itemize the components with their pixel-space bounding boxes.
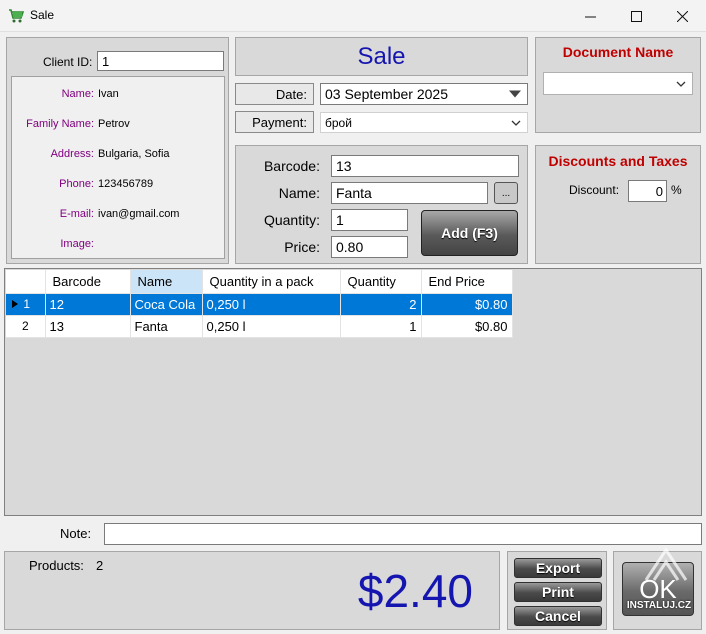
discounts-title: Discounts and Taxes bbox=[548, 153, 688, 169]
print-button[interactable]: Print bbox=[514, 582, 602, 602]
discount-label: Discount: bbox=[569, 183, 620, 197]
total-amount: $2.40 bbox=[357, 565, 473, 617]
note-label: Note: bbox=[60, 526, 92, 541]
discount-input[interactable]: 0 bbox=[628, 180, 667, 202]
window-title: Sale bbox=[30, 8, 55, 22]
dropdown-arrow-icon bbox=[509, 90, 521, 98]
quantity-input[interactable]: 1 bbox=[331, 209, 408, 231]
client-family-label: Family Name: bbox=[26, 118, 94, 130]
cell-end-price[interactable]: $0.80 bbox=[421, 315, 513, 338]
quantity-label: Quantity: bbox=[263, 212, 320, 228]
current-row-arrow-icon bbox=[12, 300, 18, 308]
cart-icon bbox=[9, 9, 24, 23]
document-panel: Document Name bbox=[535, 37, 701, 133]
discounts-panel: Discounts and Taxes Discount: 0 % bbox=[535, 145, 701, 264]
client-phone-label: Phone: bbox=[59, 178, 94, 190]
barcode-label: Barcode: bbox=[263, 158, 320, 174]
client-id-label: Client ID: bbox=[43, 55, 93, 69]
close-button[interactable] bbox=[659, 0, 705, 32]
sale-items-grid: Barcode Name Quantity in a pack Quantity… bbox=[4, 268, 702, 516]
products-count: 2 bbox=[96, 558, 104, 573]
payment-value: брой bbox=[325, 115, 352, 130]
minimize-icon bbox=[584, 16, 596, 17]
client-panel: Client ID: 1 Name: Ivan Family Name: Pet… bbox=[6, 37, 229, 264]
column-header-barcode[interactable]: Barcode bbox=[45, 270, 131, 294]
note-input[interactable] bbox=[104, 523, 702, 545]
document-select[interactable] bbox=[543, 72, 693, 95]
price-label: Price: bbox=[284, 239, 320, 255]
column-header-pack[interactable]: Quantity in a pack bbox=[202, 270, 341, 294]
watermark-text: INSTALUJ.CZ bbox=[626, 600, 692, 611]
watermark-logo-icon bbox=[644, 547, 688, 581]
cell-name[interactable]: Coca Cola bbox=[130, 293, 203, 316]
cell-barcode[interactable]: 12 bbox=[45, 293, 131, 316]
summary-panel: Products: 2 $2.40 bbox=[4, 551, 500, 630]
client-id-input[interactable]: 1 bbox=[97, 51, 224, 71]
document-title: Document Name bbox=[562, 44, 674, 60]
maximize-icon bbox=[630, 10, 642, 22]
close-icon bbox=[676, 10, 688, 22]
add-product-button[interactable]: Add (F3) bbox=[421, 210, 518, 256]
cell-barcode[interactable]: 13 bbox=[45, 315, 131, 338]
cell-quantity[interactable]: 2 bbox=[340, 293, 422, 316]
client-address-value: Bulgaria, Sofia bbox=[98, 148, 170, 160]
table-row[interactable]: 2 13 Fanta 0,250 l 1 $0.80 bbox=[6, 315, 513, 338]
chevron-down-icon bbox=[676, 81, 686, 87]
client-email-label: E-mail: bbox=[59, 208, 94, 220]
sale-title: Sale bbox=[357, 42, 406, 70]
row-header[interactable]: 1 bbox=[6, 293, 46, 316]
column-header-name[interactable]: Name bbox=[130, 270, 203, 294]
sale-title-panel: Sale bbox=[235, 37, 528, 76]
client-address-label: Address: bbox=[50, 148, 94, 160]
browse-product-button[interactable]: ... bbox=[494, 182, 518, 204]
export-button[interactable]: Export bbox=[514, 558, 602, 578]
price-input[interactable]: 0.80 bbox=[331, 236, 408, 258]
product-name-input[interactable]: Fanta bbox=[331, 182, 488, 204]
client-image-label: Image: bbox=[60, 238, 94, 250]
date-value: 03 September 2025 bbox=[325, 86, 448, 102]
cell-quantity[interactable]: 1 bbox=[340, 315, 422, 338]
client-family-value: Petrov bbox=[98, 118, 130, 130]
cell-pack[interactable]: 0,250 l bbox=[202, 315, 341, 338]
column-header-quantity[interactable]: Quantity bbox=[340, 270, 422, 294]
cell-end-price[interactable]: $0.80 bbox=[421, 293, 513, 316]
maximize-button[interactable] bbox=[613, 0, 659, 32]
column-header-end-price[interactable]: End Price bbox=[421, 270, 513, 294]
client-phone-value: 123456789 bbox=[98, 178, 154, 190]
products-label: Products: bbox=[29, 558, 84, 573]
cancel-button[interactable]: Cancel bbox=[514, 606, 602, 626]
client-name-value: Ivan bbox=[98, 88, 119, 100]
title-bar: Sale bbox=[0, 0, 706, 32]
chevron-down-icon bbox=[511, 120, 521, 126]
cell-pack[interactable]: 0,250 l bbox=[202, 293, 341, 316]
table-row[interactable]: 1 12 Coca Cola 0,250 l 2 $0.80 bbox=[6, 293, 513, 316]
items-table: Barcode Name Quantity in a pack Quantity… bbox=[6, 270, 513, 338]
payment-select[interactable]: брой bbox=[320, 112, 528, 133]
product-entry-panel: Barcode: 13 Name: Fanta ... Quantity: 1 … bbox=[235, 145, 528, 264]
product-name-label: Name: bbox=[278, 185, 320, 201]
cell-name[interactable]: Fanta bbox=[130, 315, 203, 338]
row-header-corner bbox=[6, 270, 46, 294]
percent-sign: % bbox=[671, 183, 682, 197]
client-name-label: Name: bbox=[61, 88, 94, 100]
minimize-button[interactable] bbox=[567, 0, 613, 32]
client-email-value: ivan@gmail.com bbox=[98, 208, 180, 220]
date-label: Date: bbox=[235, 83, 314, 105]
row-header[interactable]: 2 bbox=[6, 315, 46, 338]
payment-label: Payment: bbox=[235, 111, 314, 133]
barcode-input[interactable]: 13 bbox=[331, 155, 519, 177]
client-details: Name: Ivan Family Name: Petrov Address: … bbox=[11, 76, 225, 259]
date-picker[interactable]: 03 September 2025 bbox=[320, 83, 528, 105]
